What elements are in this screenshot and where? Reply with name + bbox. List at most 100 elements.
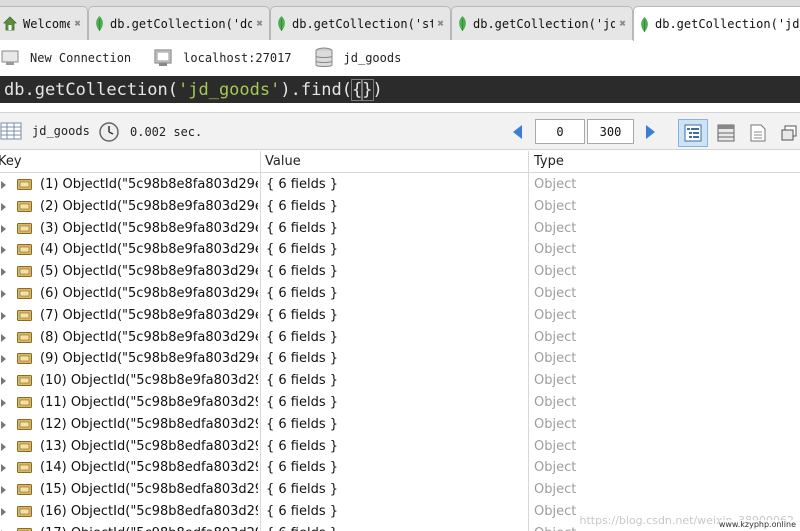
tab-query-4-active[interactable]: db.getCollection('jd_… [633, 6, 800, 41]
table-view-button[interactable] [711, 119, 741, 147]
table-row[interactable]: (14) ObjectId("5c98b8edfa803d29e... { 6 f… [0, 457, 800, 479]
table-row[interactable]: (12) ObjectId("5c98b8edfa803d29e... { 6 f… [0, 414, 800, 436]
row-type: Object [534, 351, 577, 367]
table-row[interactable]: (6) ObjectId("5c98b8e9fa803d29e8... { 6 f… [0, 283, 800, 305]
tab-welcome[interactable]: Welcome ✖ [0, 6, 88, 40]
query-prefix: db.getCollection( [4, 79, 178, 100]
expand-arrow-icon[interactable] [1, 442, 6, 451]
table-row[interactable]: (15) ObjectId("5c98b8edfa803d29e... { 6 f… [0, 479, 800, 501]
document-icon [17, 505, 32, 517]
row-key: (10) ObjectId("5c98b8e9fa803d29e... [40, 373, 258, 389]
table-row[interactable]: (2) ObjectId("5c98b8e9fa803d29e8... { 6 f… [0, 196, 800, 218]
tab-query-3[interactable]: db.getCollection('jd… ✖ [451, 6, 633, 40]
row-key: (12) ObjectId("5c98b8edfa803d29e... [40, 416, 258, 432]
expand-arrow-icon[interactable] [1, 268, 6, 277]
server-item[interactable]: localhost:27017 [153, 48, 292, 68]
expand-arrow-icon[interactable] [1, 398, 6, 407]
row-key: (3) ObjectId("5c98b8e9fa803d29e8... [40, 220, 258, 236]
table-row[interactable]: (9) ObjectId("5c98b8e9fa803d29e8... { 6 f… [0, 348, 800, 370]
table-row[interactable]: (3) ObjectId("5c98b8e9fa803d29e8... { 6 f… [0, 218, 800, 240]
table-row[interactable]: (10) ObjectId("5c98b8e9fa803d29e... { 6 f… [0, 370, 800, 392]
row-type: Object [534, 198, 577, 214]
document-icon [17, 331, 32, 343]
database-item[interactable]: jd_goods [314, 47, 401, 69]
row-value: { 6 fields } [266, 220, 339, 236]
next-page-icon[interactable] [646, 125, 655, 139]
expand-arrow-icon[interactable] [1, 420, 6, 429]
text-view-button[interactable] [743, 119, 773, 147]
row-type: Object [534, 220, 577, 236]
column-header-type[interactable]: Type [534, 154, 564, 169]
result-collection-label: jd_goods [32, 124, 90, 138]
previous-page-icon[interactable] [513, 125, 522, 139]
document-icon [17, 309, 32, 321]
row-value: { 6 fields } [266, 460, 339, 476]
table-row[interactable]: (5) ObjectId("5c98b8e9fa803d29e8... { 6 f… [0, 261, 800, 283]
close-icon[interactable]: ✖ [256, 17, 263, 30]
leaf-icon [641, 16, 648, 32]
leaf-icon [278, 16, 285, 31]
expand-arrow-icon[interactable] [1, 246, 6, 255]
expand-arrow-icon[interactable] [1, 507, 6, 516]
tab-label: db.getCollection('st… [292, 16, 434, 31]
table-row[interactable]: (8) ObjectId("5c98b8e9fa803d29e8... { 6 f… [0, 327, 800, 349]
row-type: Object [534, 503, 577, 519]
table-row[interactable]: (4) ObjectId("5c98b8e9fa803d29e8... { 6 f… [0, 239, 800, 261]
expand-arrow-icon[interactable] [1, 181, 6, 189]
expand-arrow-icon[interactable] [1, 202, 6, 211]
expand-arrow-icon[interactable] [1, 464, 6, 473]
row-type: Object [534, 438, 577, 454]
expand-arrow-icon[interactable] [1, 224, 6, 233]
result-toolbar: jd_goods 0.002 sec. [0, 112, 800, 150]
leaf-icon [96, 16, 103, 31]
document-icon [17, 396, 32, 408]
limit-input[interactable] [587, 119, 634, 144]
expand-arrow-icon[interactable] [1, 486, 6, 495]
table-row[interactable]: (11) ObjectId("5c98b8e9fa803d29e... { 6 f… [0, 392, 800, 414]
tab-query-1[interactable]: db.getCollection('do… ✖ [88, 6, 270, 40]
tab-query-2[interactable]: db.getCollection('st… ✖ [270, 6, 451, 40]
new-connection-button[interactable]: New Connection [0, 49, 131, 67]
close-icon[interactable]: ✖ [437, 17, 444, 30]
leaf-icon [459, 16, 466, 31]
copy-icon [781, 125, 797, 141]
close-icon[interactable]: ✖ [74, 17, 81, 30]
expand-arrow-icon[interactable] [1, 311, 6, 320]
table-row[interactable]: (13) ObjectId("5c98b8edfa803d29e... { 6 f… [0, 436, 800, 458]
table-row[interactable]: (7) ObjectId("5c98b8e9fa803d29e8... { 6 f… [0, 305, 800, 327]
row-value: { 6 fields } [266, 526, 338, 531]
server-icon [154, 49, 172, 66]
copy-button[interactable] [778, 119, 800, 147]
tab-label: db.getCollection('jd_… [655, 17, 800, 31]
skip-input[interactable] [535, 119, 585, 144]
row-key: (1) ObjectId("5c98b8e8fa803d29e8... [40, 177, 258, 192]
database-icon [315, 47, 333, 67]
row-type: Object [534, 460, 577, 476]
column-header-value[interactable]: Value [265, 154, 301, 169]
expand-arrow-icon[interactable] [1, 289, 6, 298]
document-icon [17, 462, 32, 474]
table-icon [0, 122, 22, 140]
expand-arrow-icon[interactable] [1, 377, 6, 386]
query-collection-string: 'jd_goods' [178, 79, 281, 100]
tree-view-button[interactable] [678, 119, 708, 147]
query-close-brace: } [361, 78, 374, 101]
column-header-key[interactable]: Key [0, 154, 22, 169]
document-icon [17, 244, 32, 256]
tab-label: db.getCollection('do… [110, 16, 253, 31]
close-icon[interactable]: ✖ [619, 17, 626, 30]
row-key: (8) ObjectId("5c98b8e9fa803d29e8... [40, 329, 258, 345]
expand-arrow-icon[interactable] [1, 333, 6, 342]
home-icon [3, 16, 17, 31]
row-value: { 6 fields } [266, 416, 339, 432]
query-suffix: ).find( [280, 79, 353, 100]
document-icon [17, 418, 32, 430]
table-row[interactable]: (1) ObjectId("5c98b8e8fa803d29e8... { 6 f… [0, 174, 800, 196]
watermark-brand: www.kzyphp.online [718, 520, 796, 529]
query-editor[interactable]: db.getCollection('jd_goods').find({}) [0, 76, 800, 103]
document-icon [17, 375, 32, 387]
row-value: { 6 fields } [266, 394, 339, 410]
expand-arrow-icon[interactable] [1, 355, 6, 364]
document-icon [17, 484, 32, 496]
document-icon [17, 287, 32, 299]
